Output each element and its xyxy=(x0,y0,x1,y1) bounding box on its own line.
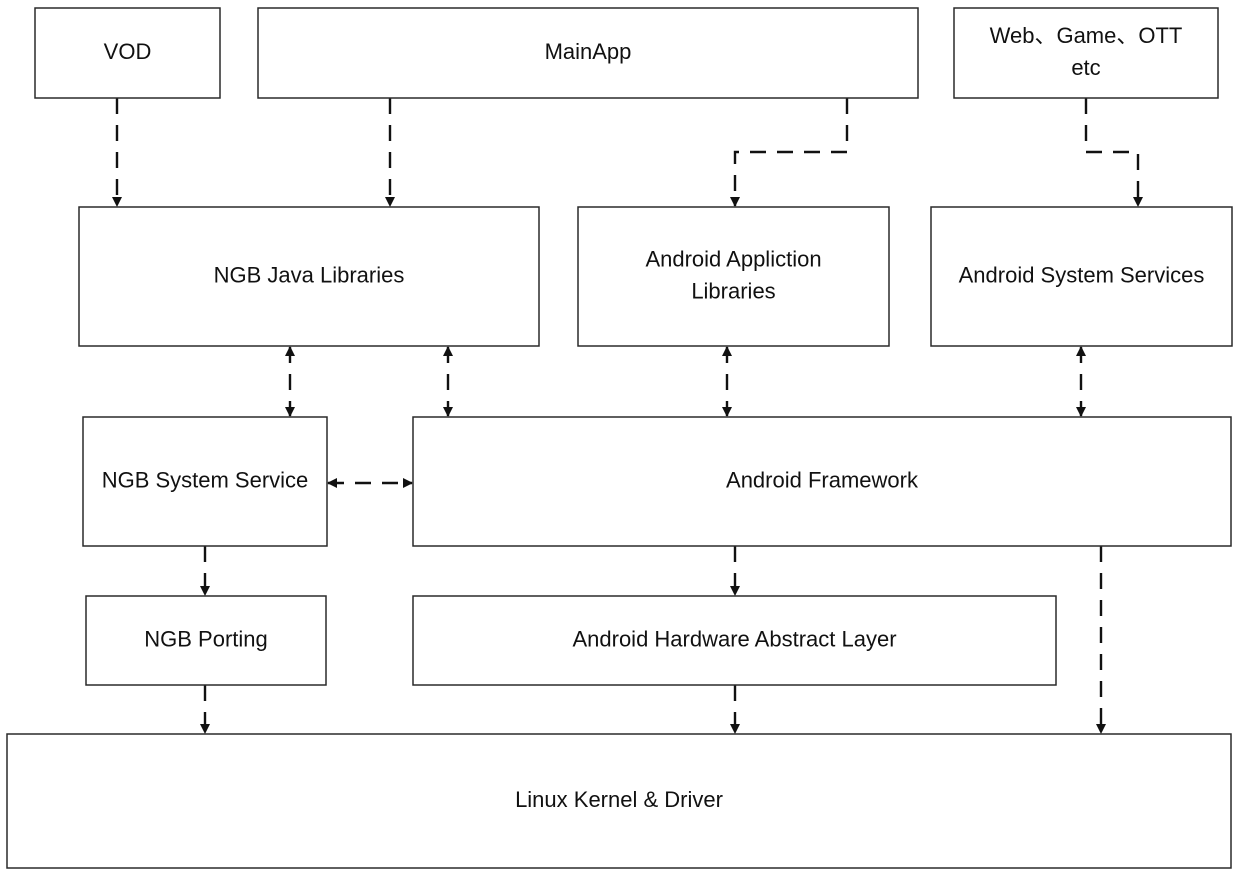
web-game-ott-box xyxy=(953,7,1219,99)
web-game-ott-label: Web、Game、OTT xyxy=(990,23,1183,48)
node-web-game-ott: Web、Game、OTT etc xyxy=(953,7,1219,99)
android-framework-label: Android Framework xyxy=(726,467,919,492)
web-game-ott-label: etc xyxy=(1071,55,1100,80)
node-mainapp: MainApp xyxy=(257,7,919,99)
architecture-diagram: VOD MainApp Web、Game、OTT etc NGB Java Librar… xyxy=(6,7,1233,869)
android-system-services-label: Android System Services xyxy=(959,262,1205,287)
ngb-system-service-label: NGB System Service xyxy=(102,467,309,492)
vod-label: VOD xyxy=(104,39,152,64)
node-ngb-porting: NGB Porting xyxy=(85,595,327,686)
node-vod: VOD xyxy=(34,7,221,99)
node-android-framework: Android Framework xyxy=(412,416,1232,547)
node-android-hal: Android Hardware Abstract Layer xyxy=(412,595,1057,686)
android-application-libraries-label: Android Appliction xyxy=(645,246,821,271)
ngb-java-libraries-label: NGB Java Libraries xyxy=(214,262,405,287)
node-android-system-services: Android System Services xyxy=(930,206,1233,347)
node-android-application-libraries: Android Appliction Libraries xyxy=(577,206,890,347)
node-ngb-system-service: NGB System Service xyxy=(82,416,328,547)
node-linux-kernel: Linux Kernel & Driver xyxy=(6,733,1232,869)
linux-kernel-label: Linux Kernel & Driver xyxy=(515,787,723,812)
android-application-libraries-box xyxy=(577,206,890,347)
ngb-porting-label: NGB Porting xyxy=(144,626,268,651)
mainapp-label: MainApp xyxy=(545,39,632,64)
connector-mainapp-to-android-application-libraries xyxy=(730,98,849,207)
nodes: VOD MainApp Web、Game、OTT etc NGB Java Librar… xyxy=(6,7,1233,869)
android-hal-label: Android Hardware Abstract Layer xyxy=(572,626,896,651)
connector-web-game-ott-to-android-system-services xyxy=(1084,98,1143,207)
android-application-libraries-label: Libraries xyxy=(691,278,775,303)
node-ngb-java-libraries: NGB Java Libraries xyxy=(78,206,540,347)
